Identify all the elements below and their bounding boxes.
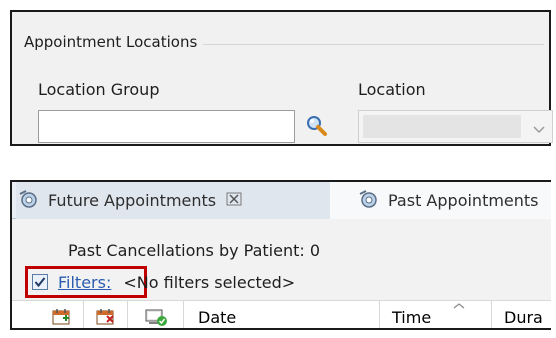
location-select-field [363,115,521,138]
column-label: Time [392,307,432,327]
location-select[interactable] [358,110,553,143]
column-label: Date [198,307,237,327]
location-label: Location [358,80,426,99]
appointments-icon [358,189,380,213]
column-time[interactable]: Time [380,301,492,328]
tab-bar: Future Appointments Past Appointments [12,182,551,219]
past-cancellations-text: Past Cancellations by Patient: 0 [68,241,321,260]
tab-past-appointments[interactable]: Past Appointments [330,182,551,219]
location-group-label: Location Group [38,80,160,99]
column-date[interactable]: Date [184,301,465,328]
filters-status: <No filters selected> [123,272,296,292]
column-calendar-remove[interactable] [84,301,128,328]
column-monitor-check[interactable] [128,301,184,328]
appointments-icon [18,189,40,213]
tab-label: Future Appointments [48,191,217,210]
column-duration[interactable]: Dura [492,301,551,328]
appointments-panel: Future Appointments Past Appointments Pa… [10,180,551,330]
calendar-remove-icon [96,309,114,325]
chevron-down-icon [532,120,546,139]
close-icon[interactable] [226,191,242,210]
column-calendar-add[interactable] [40,301,84,328]
appointments-grid-header: Date Time Dura [12,300,551,328]
column-label: Dura [504,307,543,327]
checkmark-icon [34,277,46,288]
monitor-check-icon [145,309,167,326]
location-group-input[interactable] [38,110,295,143]
appointment-locations-title: Appointment Locations [24,33,204,51]
filters-checkbox[interactable] [32,274,48,290]
tab-future-appointments[interactable]: Future Appointments [16,182,334,219]
filters-row: Filters: <No filters selected> [32,269,295,295]
calendar-add-icon [52,309,69,325]
appointment-locations-panel: Appointment Locations Location Group Loc… [10,10,553,146]
tab-label: Past Appointments [388,191,539,210]
filters-link[interactable]: Filters: [58,273,111,292]
magnifier-icon[interactable] [303,113,333,141]
